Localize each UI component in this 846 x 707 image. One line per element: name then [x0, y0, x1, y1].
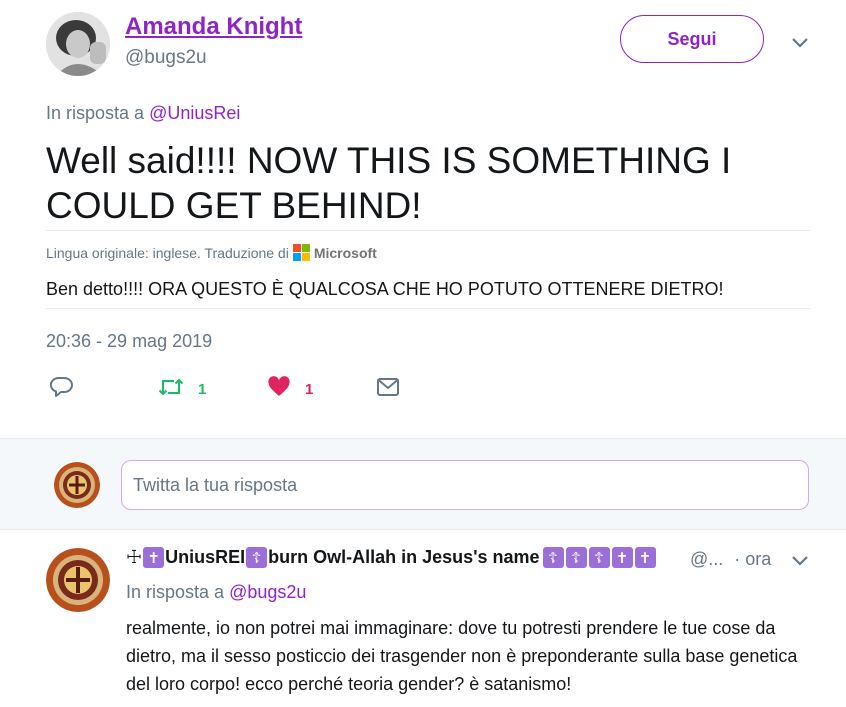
- cross-symbol: ☩: [126, 547, 143, 567]
- reply-input[interactable]: Twitta la tua risposta: [121, 460, 809, 510]
- message-icon: [376, 377, 400, 401]
- compose-avatar: [54, 462, 100, 508]
- reply-text: realmente, io non potrei mai immaginare:…: [126, 618, 798, 694]
- divider: [46, 230, 810, 231]
- reply-meta: @... · ora: [690, 549, 771, 570]
- reply-prefix: In risposta a: [126, 582, 225, 602]
- reply-icon: [49, 376, 73, 402]
- reply-input-placeholder: Twitta la tua risposta: [133, 474, 298, 495]
- author-handle[interactable]: @bugs2u: [125, 47, 207, 69]
- orthodox-cross-emoji-icon: ☦: [246, 547, 268, 568]
- author-name[interactable]: Amanda Knight: [125, 13, 302, 41]
- heart-icon: [267, 376, 291, 402]
- reply-to-link[interactable]: @bugs2u: [229, 582, 306, 602]
- translated-text: Ben detto!!!! ORA QUESTO È QUALCOSA CHE …: [46, 279, 724, 299]
- cross-emoji-icon: ✝: [143, 547, 165, 568]
- reply-prefix: In risposta a: [46, 103, 145, 123]
- reply-context: In risposta a @bugs2u: [126, 582, 306, 603]
- reply-button[interactable]: [49, 376, 73, 402]
- direct-message-button[interactable]: [376, 377, 400, 401]
- translation-note: Lingua originale: inglese. Traduzione di…: [46, 244, 377, 261]
- reply-author-name[interactable]: ☩ ✝ UniusREI ☦ burn Owl-Allah in Jesus's…: [126, 547, 657, 568]
- cross-emoji-icon: ✝: [611, 547, 633, 568]
- orthodox-cross-emoji-icon: ☦: [565, 547, 587, 568]
- tweet-timestamp[interactable]: 20:36 - 29 mag 2019: [46, 331, 212, 352]
- like-button[interactable]: 1: [267, 376, 313, 402]
- reply-author-avatar[interactable]: [46, 548, 110, 612]
- reply-author-name-part1: UniusREI: [165, 547, 246, 567]
- follow-button[interactable]: Segui: [620, 15, 764, 63]
- like-count: 1: [305, 380, 314, 398]
- reply-time[interactable]: · ora: [734, 549, 771, 569]
- retweet-button[interactable]: 1: [158, 376, 206, 402]
- chevron-down-icon[interactable]: [790, 36, 810, 55]
- author-avatar[interactable]: [46, 12, 110, 76]
- reply-to-link[interactable]: @UniusRei: [149, 103, 240, 123]
- translation-note-text: Lingua originale: inglese. Traduzione di: [46, 244, 289, 261]
- chevron-down-icon[interactable]: [790, 554, 810, 573]
- reply-context: In risposta a @UniusRei: [46, 103, 240, 124]
- tweet-text: Well said!!!! NOW THIS IS SOMETHING I CO…: [46, 140, 732, 226]
- retweet-count: 1: [198, 380, 207, 398]
- reply-author-name-part2: burn Owl-Allah in Jesus's name: [268, 547, 540, 567]
- translator-name: Microsoft: [313, 244, 377, 261]
- divider: [46, 308, 810, 309]
- microsoft-logo: [292, 244, 310, 261]
- orthodox-cross-emoji-icon: ☦: [542, 547, 564, 568]
- retweet-icon: [158, 376, 184, 402]
- cross-emoji-icon: ✝: [634, 547, 656, 568]
- orthodox-cross-emoji-icon: ☦: [588, 547, 610, 568]
- reply-author-handle[interactable]: @...: [690, 549, 723, 569]
